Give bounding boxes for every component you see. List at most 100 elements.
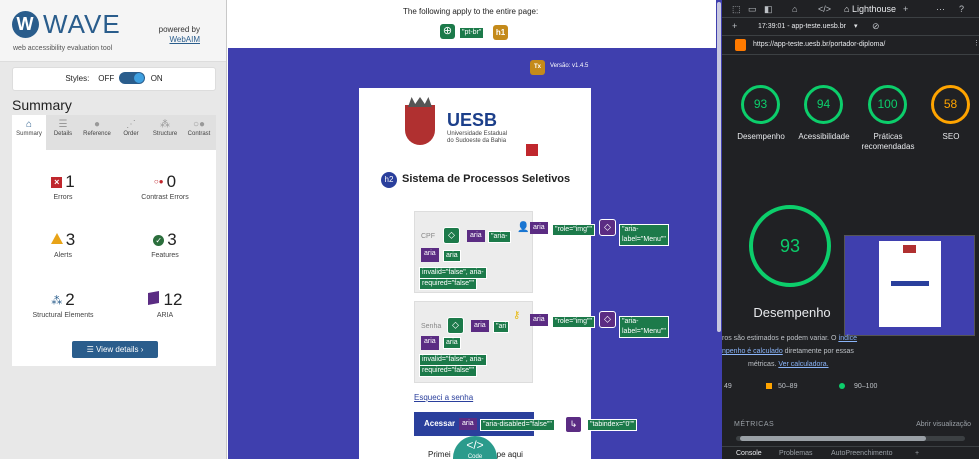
performance-gauge: 93 — [749, 205, 831, 287]
order-icon: ⋰ — [126, 119, 136, 130]
estimate-note-line2: npenho é calculado diretamente por essas — [722, 346, 854, 357]
apply-text: The following apply to the entire page: — [403, 7, 539, 16]
tab-details[interactable]: ☰ Details — [46, 115, 80, 150]
clear-icon[interactable]: ⊘ — [872, 21, 880, 32]
score-gauge[interactable]: 58 — [931, 85, 970, 124]
tab-console[interactable]: Console — [736, 450, 762, 457]
aria-icon — [147, 291, 159, 305]
alerts-card[interactable]: 3 Alerts — [12, 230, 114, 259]
label-tag-icon[interactable]: ⬦ — [447, 317, 464, 334]
uesb-name: UESB — [447, 110, 498, 130]
feature-icon: ✓ — [153, 235, 165, 246]
lang-badge: "pt-br" — [459, 27, 485, 39]
styles-label: Styles: — [65, 74, 90, 83]
expand-view-link[interactable]: Abrir visualização — [916, 421, 971, 428]
label-tag-icon[interactable]: ⬦ — [599, 311, 616, 328]
contrast-errors-label: Contrast Errors — [141, 194, 189, 201]
errors-card[interactable]: × 1 Errors — [12, 172, 114, 201]
help-icon[interactable]: ? — [959, 4, 964, 14]
language-icon[interactable]: ⊕ — [440, 24, 455, 39]
aria-badge[interactable]: aria — [421, 248, 439, 262]
wave-tabs: ⌂ Summary ☰ Details ● Reference ⋰ Order ⁂ Str… — [12, 115, 216, 150]
tab-autopreenchimento[interactable]: AutoPreenchimento — [831, 450, 892, 457]
styles-toggle-row: Styles: OFF ON — [12, 67, 216, 91]
label-tag-icon[interactable]: ⬦ — [443, 227, 460, 244]
page-preview: The following apply to the entire page: … — [228, 0, 722, 460]
calculator-link[interactable]: Ver calculadora. — [778, 361, 828, 368]
structural-card[interactable]: ⁂ 2 Structural Elements — [12, 290, 114, 319]
report-selector[interactable]: 17:39:01 - app-teste.uesb.br — [758, 23, 846, 30]
image-error-icon[interactable] — [525, 143, 539, 157]
h1-icon[interactable]: h1 — [493, 25, 508, 40]
list-icon: ☰ — [86, 345, 96, 354]
version-alert-icon[interactable]: Tx — [530, 60, 545, 75]
elements-icon[interactable]: </> — [818, 4, 831, 14]
calculated-link[interactable]: npenho é calculado — [722, 348, 783, 355]
add-tab-icon[interactable]: + — [903, 4, 908, 14]
contrast-errors-card[interactable]: ○● 0 Contrast Errors — [114, 172, 216, 201]
note-text: ros são estimados e podem variar. O — [722, 335, 839, 342]
lighthouse-icon — [735, 39, 746, 51]
add-tab-icon[interactable]: + — [915, 450, 919, 457]
wave-logo-icon: W — [12, 11, 39, 38]
features-card[interactable]: ✓ 3 Features — [114, 230, 216, 259]
metrics-heading: MÉTRICAS — [734, 421, 775, 428]
aria-label-menu-text: "aria-label="Menu"" — [619, 224, 669, 246]
aria-badge[interactable]: aria — [530, 222, 548, 234]
webaim-link[interactable]: WebAIM — [169, 35, 200, 44]
score-gauge[interactable]: 93 — [741, 85, 780, 124]
contrast-icon: ○● — [192, 119, 206, 130]
lighthouse-url-bar: https://app-teste.uesb.br/portador-diplo… — [722, 36, 979, 55]
tab-reference[interactable]: ● Reference — [80, 115, 114, 150]
legend-pass: 90–100 — [854, 383, 878, 390]
h2-icon[interactable]: h2 — [381, 172, 397, 188]
aria-badge[interactable]: aria — [530, 314, 548, 326]
note-text: diretamente por essas — [782, 348, 854, 355]
devtools-tabs: ⬚ ▭ ◧ ⌂ </> ⌂ Lighthouse + ⋯ ? — [722, 0, 979, 18]
inspect-icon[interactable]: ⬚ — [732, 4, 741, 15]
menu-icon[interactable]: ⋮ — [973, 39, 979, 47]
more-icon[interactable]: ⋯ — [936, 4, 945, 15]
aria-badge[interactable]: aria — [421, 336, 439, 350]
tab-order[interactable]: ⋰ Order — [114, 115, 148, 150]
device-icon[interactable]: ▭ — [748, 4, 757, 15]
score-gauge[interactable]: 100 — [868, 85, 907, 124]
aria-badge[interactable]: aria — [467, 230, 485, 242]
structural-label: Structural Elements — [32, 312, 94, 319]
tab-label: Reference — [83, 131, 111, 137]
cpf-field-area[interactable]: CPF ⬦ aria "aria- 👤 aria aria invalid="f… — [414, 211, 533, 293]
senha-label: Senha — [421, 323, 442, 330]
horizontal-scrollbar[interactable] — [736, 436, 965, 441]
alerts-count: 3 — [65, 230, 76, 249]
styles-toggle[interactable] — [119, 72, 146, 84]
tabindex-icon[interactable]: ↳ — [565, 416, 582, 433]
aria-card[interactable]: 12 ARIA — [114, 290, 216, 319]
dropdown-icon[interactable]: ▾ — [854, 22, 858, 30]
tab-summary[interactable]: ⌂ Summary — [12, 115, 46, 150]
code-label: Code — [467, 454, 483, 460]
score-label: Acessibilidade — [798, 132, 850, 141]
label-tag-icon[interactable]: ⬦ — [599, 219, 616, 236]
new-report-icon[interactable]: + — [732, 21, 737, 31]
errors-count: 1 — [65, 172, 75, 191]
panel-icon[interactable]: ◧ — [764, 4, 773, 15]
legend-orange-square — [766, 383, 772, 389]
tab-contrast[interactable]: ○● Contrast — [182, 115, 216, 150]
forgot-password-link[interactable]: Esqueci a senha — [414, 393, 473, 402]
aria-badge[interactable]: aria — [459, 418, 477, 430]
senha-field-area[interactable]: Senha ⬦ aria "ari ⚷ aria aria invalid="f… — [414, 301, 533, 383]
view-details-button[interactable]: ☰ View details › — [72, 341, 158, 358]
wave-logo[interactable]: W WAVE — [12, 9, 121, 40]
tab-problemas[interactable]: Problemas — [779, 450, 812, 457]
index-link[interactable]: índice — [838, 335, 857, 342]
summary-title: Summary — [12, 97, 72, 113]
score-gauge[interactable]: 94 — [804, 85, 843, 124]
code-button[interactable]: </> Code — [453, 436, 497, 460]
home-icon[interactable]: ⌂ — [792, 4, 797, 14]
page-screenshot-thumbnail[interactable] — [844, 235, 975, 336]
aria-badge[interactable]: aria — [471, 320, 489, 332]
tab-lighthouse[interactable]: ⌂ Lighthouse — [844, 4, 896, 14]
tab-structure[interactable]: ⁂ Structure — [148, 115, 182, 150]
tab-label: Summary — [16, 131, 42, 137]
audited-url: https://app-teste.uesb.br/portador-diplo… — [753, 41, 886, 48]
